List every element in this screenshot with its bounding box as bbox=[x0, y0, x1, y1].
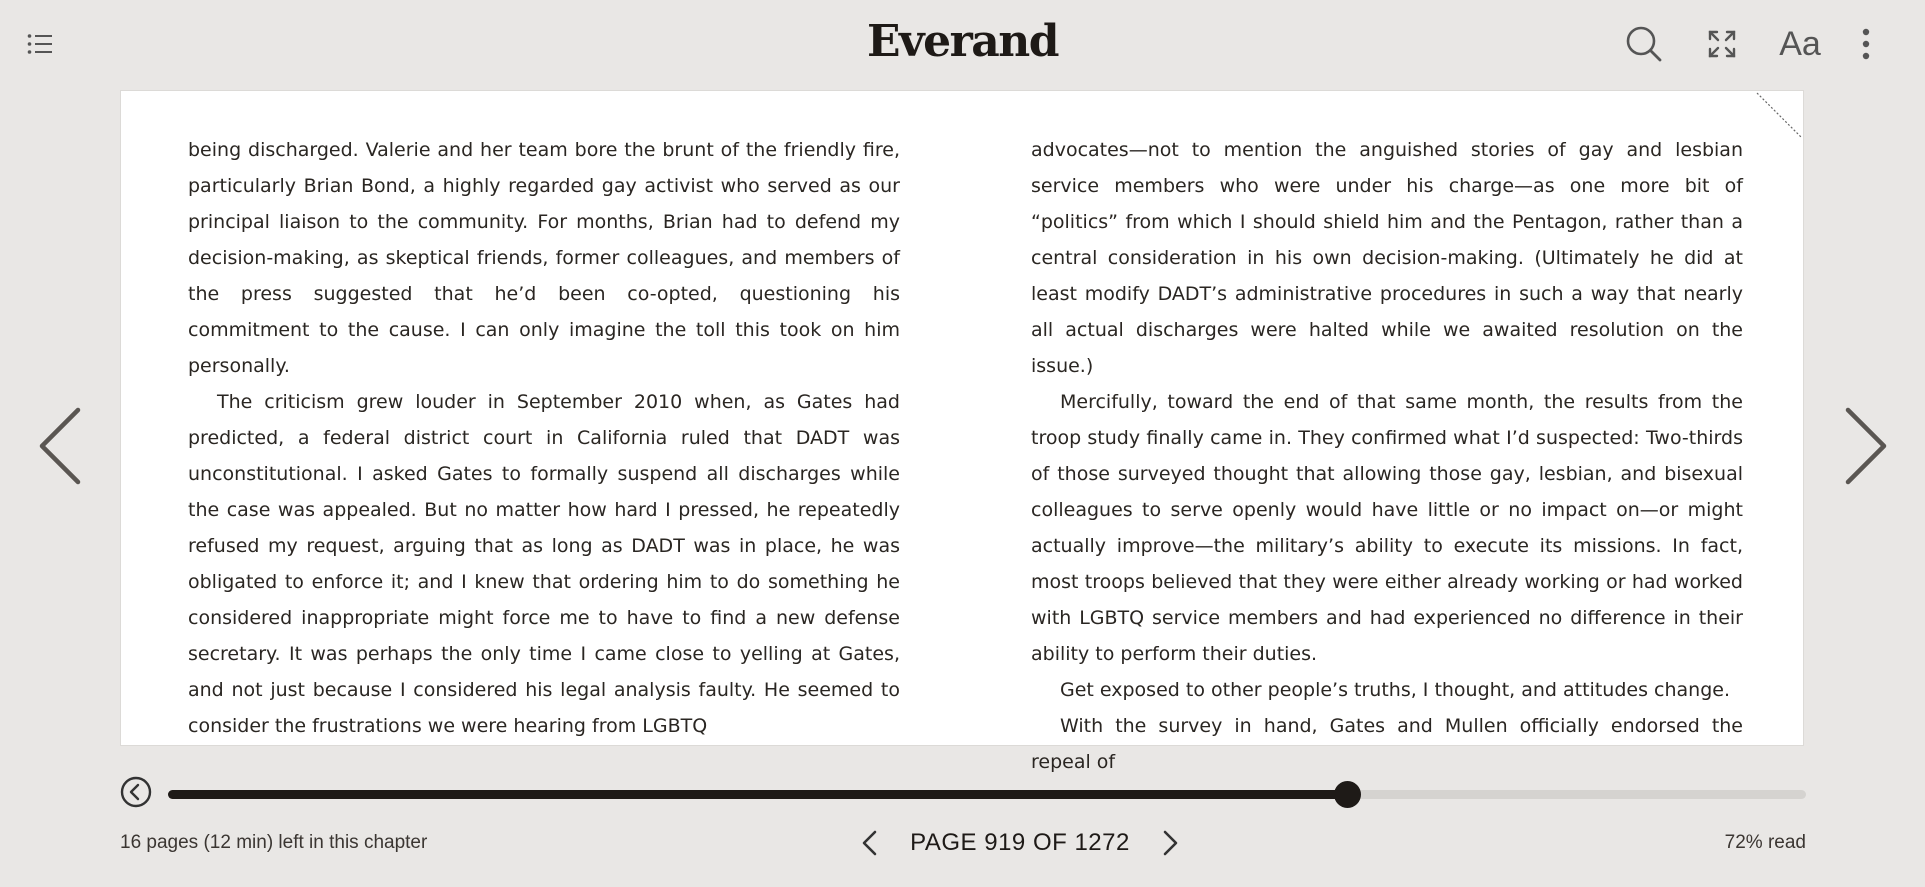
font-settings-icon[interactable]: Aa bbox=[1774, 22, 1826, 66]
progress-track[interactable] bbox=[168, 781, 1806, 808]
next-page-icon[interactable] bbox=[1158, 828, 1182, 858]
chevron-left-icon[interactable] bbox=[34, 404, 88, 488]
chevron-right-icon[interactable] bbox=[1838, 404, 1892, 488]
left-text-column: being discharged. Valerie and her team b… bbox=[188, 132, 900, 744]
status-row: 16 pages (12 min) left in this chapter P… bbox=[120, 826, 1806, 860]
more-vertical-icon[interactable] bbox=[1854, 22, 1878, 66]
page-corner-icon[interactable] bbox=[1755, 91, 1803, 139]
right-text-column: advocates—not to mention the anguished s… bbox=[1031, 132, 1743, 780]
progress-row bbox=[120, 776, 1806, 810]
previous-page-icon[interactable] bbox=[858, 828, 882, 858]
back-circle-icon[interactable] bbox=[120, 776, 152, 808]
top-bar: Everand Aa bbox=[0, 0, 1925, 88]
page-navigator: PAGE 919 OF 1272 bbox=[800, 826, 1240, 860]
progress-slider-handle[interactable] bbox=[1334, 781, 1362, 808]
search-icon[interactable] bbox=[1622, 22, 1666, 66]
paragraph: With the survey in hand, Gates and Mulle… bbox=[1031, 715, 1743, 773]
paragraph: Get exposed to other people’s truths, I … bbox=[1060, 679, 1730, 701]
fullscreen-icon[interactable] bbox=[1700, 22, 1744, 66]
page-number-label: PAGE 919 OF 1272 bbox=[910, 829, 1130, 856]
chapter-remaining-text: 16 pages (12 min) left in this chapter bbox=[120, 832, 428, 853]
progress-fill bbox=[168, 790, 1348, 799]
paragraph: being discharged. Valerie and her team b… bbox=[188, 139, 900, 377]
paragraph: advocates—not to mention the anguished s… bbox=[1031, 139, 1743, 377]
paragraph: Mercifully, toward the end of that same … bbox=[1031, 391, 1743, 665]
percent-read-text: 72% read bbox=[1724, 832, 1806, 853]
paragraph: The criticism grew louder in September 2… bbox=[188, 391, 900, 737]
